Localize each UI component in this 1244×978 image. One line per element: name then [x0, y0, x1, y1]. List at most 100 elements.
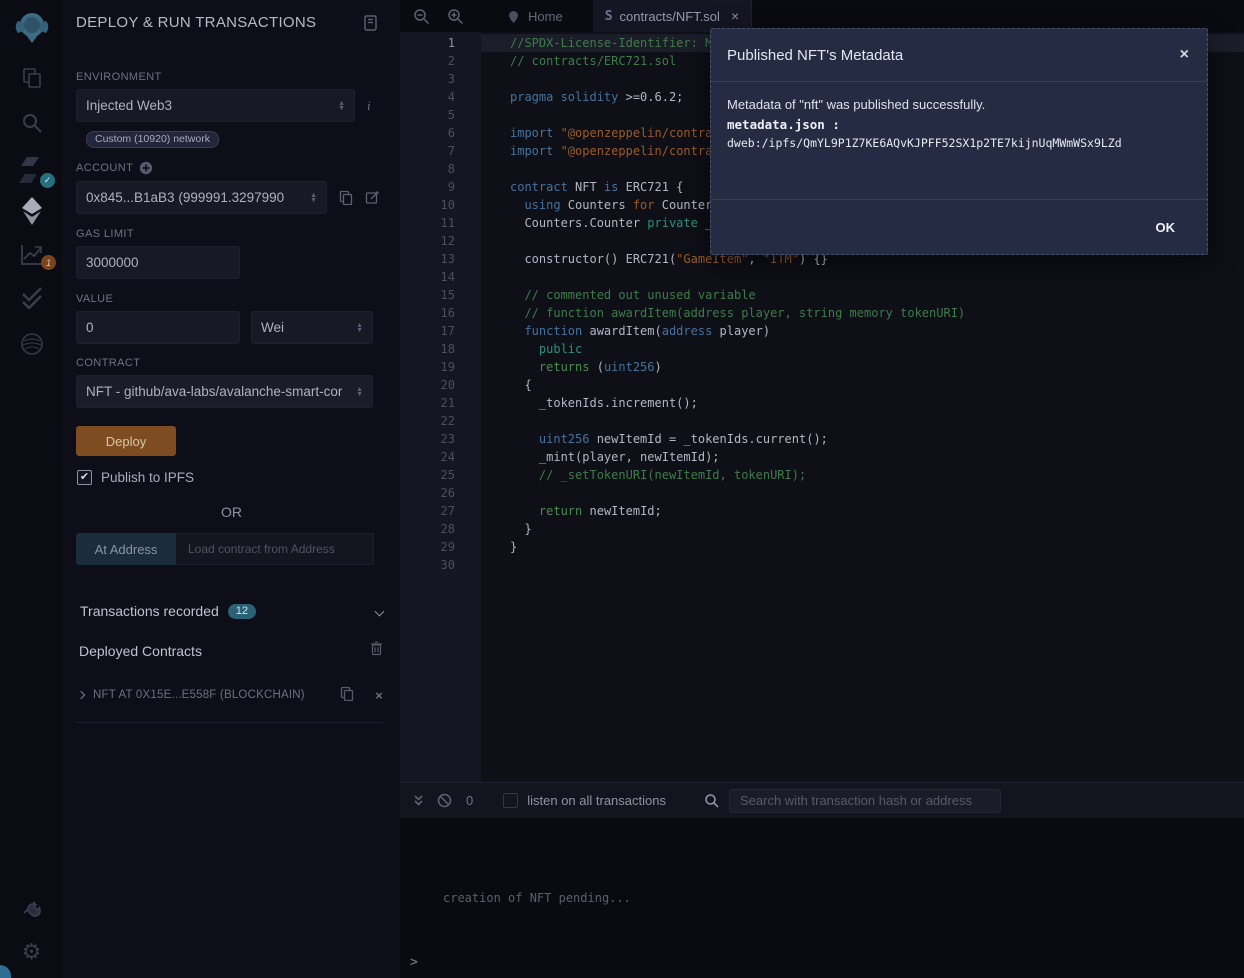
value-unit-select[interactable]: Wei ▲▼	[251, 311, 373, 344]
published-metadata-modal: Published NFT's Metadata × Metadata of "…	[710, 28, 1208, 255]
sign-message-icon[interactable]	[365, 190, 380, 205]
deploy-run-icon[interactable]	[0, 194, 63, 228]
terminal[interactable]: creation of NFT pending... >	[400, 818, 1244, 978]
gas-limit-label: GAS LIMIT	[76, 228, 400, 240]
file-explorer-icon[interactable]	[0, 62, 63, 94]
line-number: 14	[400, 268, 455, 286]
remix-home-icon	[506, 9, 521, 24]
account-select[interactable]: 0x845...B1aB3 (999991.3297990 ▲▼	[76, 181, 327, 214]
zoom-out-icon[interactable]	[404, 8, 438, 25]
line-number: 18	[400, 340, 455, 358]
collapse-terminal-icon[interactable]	[412, 794, 425, 808]
ok-button[interactable]: OK	[1156, 220, 1176, 235]
line-number: 29	[400, 538, 455, 556]
terminal-search-input[interactable]: Search with transaction hash or address	[729, 789, 1001, 813]
line-number: 23	[400, 430, 455, 448]
code-text: _tokenIds.increment();	[455, 394, 698, 412]
code-line[interactable]: 22	[400, 412, 1244, 430]
code-line[interactable]: 16 // function awardItem(address player,…	[400, 304, 1244, 322]
code-line[interactable]: 18 public	[400, 340, 1244, 358]
code-line[interactable]: 23 uint256 newItemId = _tokenIds.current…	[400, 430, 1244, 448]
network-badge: Custom (10920) network	[86, 131, 219, 148]
line-number: 25	[400, 466, 455, 484]
code-text: // _setTokenURI(newItemId, tokenURI);	[455, 466, 806, 484]
pending-tx-count: 0	[466, 793, 473, 808]
static-analysis-icon[interactable]: 1	[0, 236, 63, 272]
deploy-run-panel: DEPLOY & RUN TRANSACTIONS ENVIRONMENT In…	[63, 0, 400, 978]
publish-ipfs-checkbox[interactable]: ✔	[77, 470, 92, 485]
line-number: 1	[400, 34, 455, 52]
chevron-down-icon[interactable]	[375, 606, 385, 616]
line-number: 22	[400, 412, 455, 430]
solidity-compiler-icon[interactable]: ✓	[0, 152, 63, 188]
code-line[interactable]: 28 }	[400, 520, 1244, 538]
code-line[interactable]: 20 {	[400, 376, 1244, 394]
code-line[interactable]: 14	[400, 268, 1244, 286]
remix-ide-app: ✓ 1	[0, 0, 1244, 978]
zoom-in-icon[interactable]	[438, 8, 472, 25]
search-icon[interactable]	[0, 108, 63, 138]
copy-contract-icon[interactable]	[340, 686, 354, 704]
tab-home[interactable]: Home	[494, 0, 575, 32]
code-line[interactable]: 15 // commented out unused variable	[400, 286, 1244, 304]
code-line[interactable]: 29}	[400, 538, 1244, 556]
line-number: 13	[400, 250, 455, 268]
deployed-contract-item[interactable]: NFT AT 0X15E...E558F (BLOCKCHAIN) ×	[78, 686, 383, 704]
line-number: 6	[400, 124, 455, 142]
code-line[interactable]: 27 return newItemId;	[400, 502, 1244, 520]
code-line[interactable]: 25 // _setTokenURI(newItemId, tokenURI);	[400, 466, 1244, 484]
docs-icon[interactable]	[363, 15, 378, 31]
line-number: 21	[400, 394, 455, 412]
code-text	[455, 268, 510, 286]
environment-info-icon[interactable]: i	[367, 98, 371, 114]
chevron-right-icon[interactable]	[77, 691, 85, 699]
settings-gear-icon[interactable]: ⚙	[0, 936, 63, 968]
clear-console-icon[interactable]	[437, 793, 452, 808]
terminal-search-placeholder: Search with transaction hash or address	[740, 793, 972, 808]
code-line[interactable]: 30	[400, 556, 1244, 574]
line-number: 2	[400, 52, 455, 70]
modal-close-icon[interactable]: ×	[1180, 46, 1189, 64]
line-number: 17	[400, 322, 455, 340]
code-line[interactable]: 19 returns (uint256)	[400, 358, 1244, 376]
deploy-button[interactable]: Deploy	[76, 426, 176, 456]
code-text: // function awardItem(address player, st…	[455, 304, 965, 322]
gas-limit-input[interactable]: 3000000	[76, 246, 240, 279]
environment-label: ENVIRONMENT	[76, 71, 400, 83]
plugin-manager-icon[interactable]	[0, 892, 63, 924]
code-text: // commented out unused variable	[455, 286, 756, 304]
plugin-circle-icon[interactable]	[0, 328, 63, 360]
remix-logo-icon[interactable]	[0, 6, 63, 48]
value-input[interactable]: 0	[76, 311, 240, 344]
listen-transactions-checkbox[interactable]	[503, 793, 518, 808]
code-line[interactable]: 26	[400, 484, 1244, 502]
line-number: 3	[400, 70, 455, 88]
line-number: 10	[400, 196, 455, 214]
code-line[interactable]: 24 _mint(player, newItemId);	[400, 448, 1244, 466]
contract-label: CONTRACT	[76, 357, 400, 369]
copy-account-icon[interactable]	[339, 190, 353, 205]
value-amount: 0	[86, 320, 94, 335]
solidity-file-icon: S	[605, 9, 613, 24]
at-address-button[interactable]: At Address	[76, 533, 176, 565]
add-account-icon[interactable]	[139, 161, 153, 175]
code-text	[455, 484, 510, 502]
line-number: 7	[400, 142, 455, 160]
line-number: 20	[400, 376, 455, 394]
code-line[interactable]: 21 _tokenIds.increment();	[400, 394, 1244, 412]
environment-select[interactable]: Injected Web3 ▲▼	[76, 89, 355, 122]
contract-select[interactable]: NFT - github/ava-labs/avalanche-smart-co…	[76, 375, 373, 408]
code-text: // contracts/ERC721.sol	[455, 52, 676, 70]
divider	[76, 722, 383, 723]
code-line[interactable]: 17 function awardItem(address player)	[400, 322, 1244, 340]
clear-deployed-trash-icon[interactable]	[370, 641, 383, 661]
unit-testing-icon[interactable]	[0, 282, 63, 314]
code-text: //SPDX-License-Identifier: MIT	[455, 34, 727, 52]
remove-contract-icon[interactable]: ×	[375, 688, 383, 703]
value-unit: Wei	[261, 320, 284, 335]
value-label: VALUE	[76, 293, 400, 305]
code-text	[455, 232, 510, 250]
at-address-input[interactable]: Load contract from Address	[176, 533, 374, 565]
transactions-recorded-label: Transactions recorded	[80, 603, 219, 619]
tab-close-icon[interactable]: ×	[731, 8, 739, 24]
